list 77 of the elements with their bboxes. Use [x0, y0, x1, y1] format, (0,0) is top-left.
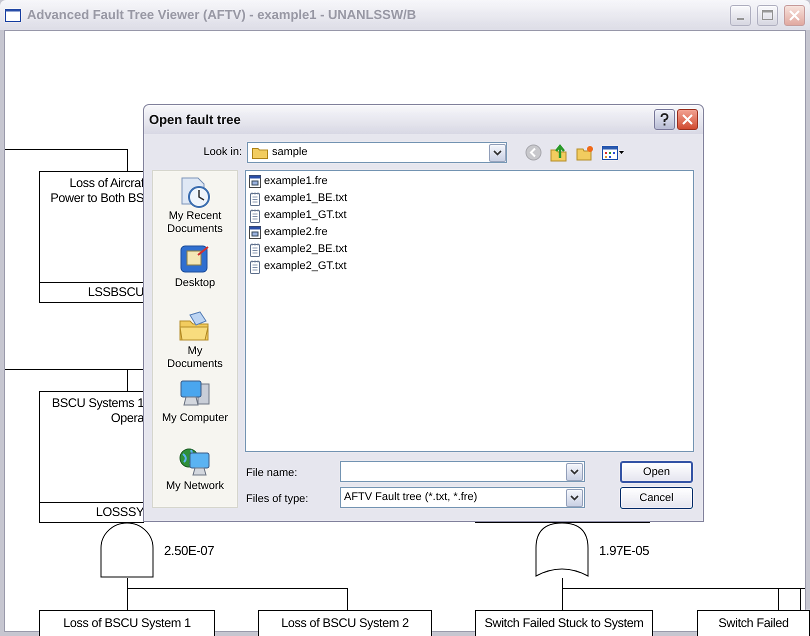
text-file-icon: [249, 260, 261, 274]
or-gate: [536, 522, 588, 576]
minimize-icon: [737, 18, 744, 20]
file-name: example2.fre: [264, 225, 328, 240]
chevron-down-icon: [570, 468, 579, 474]
look-in-dropdown[interactable]: sample: [247, 142, 507, 163]
file-item[interactable]: example2_BE.txt: [249, 241, 693, 258]
window-title: Advanced Fault Tree Viewer (AFTV) - example1 - UNANLSSW/B: [27, 6, 418, 24]
file-name-label: File name:: [246, 466, 298, 481]
event-id: LOSSSY: [96, 504, 144, 522]
chevron-down-icon: [570, 494, 579, 500]
globe-computer-icon: [178, 446, 212, 478]
folder-icon: [252, 146, 268, 159]
event-description: Loss of BSCU System 1: [63, 615, 191, 632]
place-shortcut[interactable]: My Computer: [154, 378, 236, 440]
file-item[interactable]: example1_GT.txt: [249, 207, 693, 224]
application-file-icon: [249, 175, 261, 188]
event-description: Opera: [110, 411, 144, 426]
place-label: Desktop: [174, 277, 216, 290]
place-shortcut[interactable]: My Network: [154, 446, 236, 508]
dialog-button[interactable]: Cancel: [620, 487, 693, 509]
file-item[interactable]: example1.fre: [249, 173, 693, 190]
files-of-type-value: AFTV Fault tree (*.txt, *.fre): [344, 490, 478, 506]
event-description: Power to Both BS: [50, 191, 144, 206]
back-icon[interactable]: [525, 144, 542, 161]
file-name: example2_GT.txt: [264, 259, 347, 274]
file-item[interactable]: example2.fre: [249, 224, 693, 241]
chevron-down-icon: [493, 150, 502, 156]
maximize-icon: [762, 10, 773, 20]
dropdown-button[interactable]: [566, 462, 583, 480]
event-id: LSSBSCU: [88, 284, 144, 302]
maximize-button[interactable]: [757, 4, 778, 26]
text-file-icon: [249, 208, 261, 222]
event-description: BSCU Systems 1: [52, 396, 144, 411]
place-label: My Computer: [160, 412, 230, 426]
probability-label: 2.50E-07: [164, 542, 214, 560]
file-item[interactable]: example2_GT.txt: [249, 258, 693, 275]
text-file-icon: [249, 192, 261, 206]
place-shortcut[interactable]: My Documents: [154, 310, 236, 372]
event-description: Switch Failed Stuck to System: [484, 615, 644, 632]
event-description: Switch Failed: [718, 615, 789, 632]
grid-view-icon: [602, 146, 618, 160]
files-of-type-dropdown[interactable]: AFTV Fault tree (*.txt, *.fre): [340, 487, 585, 508]
new-folder-icon[interactable]: [576, 144, 594, 160]
application-file-icon: [249, 226, 261, 239]
file-item[interactable]: example1_BE.txt: [249, 190, 693, 207]
event-description: Loss of BSCU System 2: [281, 615, 409, 632]
text-file-icon: [249, 242, 261, 256]
place-shortcut[interactable]: Desktop: [154, 243, 236, 305]
dialog-title: Open fault tree: [149, 110, 242, 129]
help-button[interactable]: [654, 109, 675, 130]
files-of-type-label: Files of type:: [246, 492, 308, 507]
views-menu-button[interactable]: [602, 146, 624, 160]
dropdown-button[interactable]: [566, 488, 583, 506]
file-name: example2_BE.txt: [264, 242, 348, 258]
place-label: My Network: [164, 480, 226, 493]
place-shortcut[interactable]: My Recent Documents: [154, 176, 236, 238]
window-icon: [5, 8, 21, 22]
file-name: example1_GT.txt: [264, 208, 347, 224]
dropdown-button[interactable]: [489, 144, 506, 162]
minimize-button[interactable]: [730, 4, 751, 26]
close-icon: [682, 114, 693, 125]
file-name: example1.fre: [264, 174, 328, 190]
close-button[interactable]: [677, 109, 698, 130]
probability-label: 1.97E-05: [599, 542, 650, 560]
caret-icon: [619, 151, 624, 154]
dialog-button[interactable]: Open: [620, 461, 693, 483]
close-icon: [789, 10, 800, 20]
place-label: My Documents: [166, 344, 224, 371]
place-label: My Recent Documents: [166, 210, 224, 236]
event-description: Loss of Aircraf: [69, 176, 144, 191]
file-name: example1_BE.txt: [264, 191, 348, 206]
look-in-value: sample: [272, 145, 308, 160]
file-name-field[interactable]: [340, 461, 585, 482]
up-folder-icon[interactable]: [550, 144, 568, 162]
help-icon: [660, 113, 669, 126]
look-in-label: Look in:: [202, 145, 242, 160]
